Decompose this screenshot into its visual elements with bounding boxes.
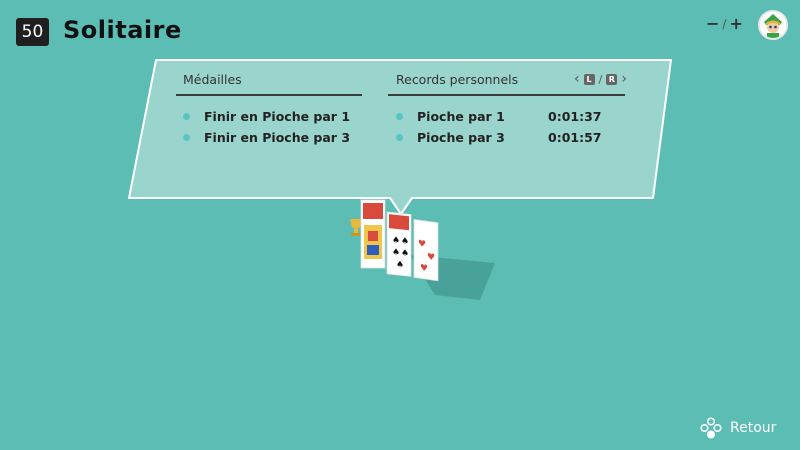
bullet-icon: [396, 134, 403, 141]
medal-item: Finir en Pioche par 1: [183, 109, 350, 124]
record-label: Pioche par 3: [417, 130, 505, 145]
svg-text:♠: ♠: [392, 247, 400, 258]
svg-text:♥: ♥: [420, 263, 428, 274]
playing-cards-illustration: ♠ ♠ ♠ ♠ ♠ ♥ ♥ ♥: [350, 199, 495, 300]
controller-buttons-icon: [700, 417, 722, 439]
record-time: 0:01:57: [548, 130, 602, 145]
bullet-icon: [396, 113, 403, 120]
solitaire-cards-model: ♠ ♠ ♠ ♠ ♠ ♥ ♥ ♥: [340, 195, 510, 305]
hearts-card-icon: ♥ ♥ ♥: [413, 218, 439, 282]
records-header: Records personnels: [396, 72, 519, 87]
r-button-icon: R: [606, 73, 618, 85]
medals-divider: [176, 94, 362, 96]
svg-text:♠: ♠: [401, 248, 409, 259]
back-label: Retour: [730, 420, 777, 436]
svg-text:♠: ♠: [392, 235, 400, 246]
king-card-icon: [360, 199, 386, 269]
l-button-icon: L: [583, 73, 595, 85]
svg-text:♥: ♥: [427, 252, 435, 263]
record-item: Pioche par 1: [396, 109, 505, 124]
record-time: 0:01:37: [548, 109, 602, 124]
medal-label: Finir en Pioche par 3: [204, 130, 351, 145]
record-item: Pioche par 3: [396, 130, 505, 145]
bullet-icon: [183, 134, 190, 141]
records-divider: [388, 94, 625, 96]
nav-separator: /: [598, 72, 603, 86]
back-button[interactable]: Retour: [700, 417, 776, 439]
svg-text:♥: ♥: [418, 239, 426, 250]
svg-text:♠: ♠: [401, 236, 409, 247]
medal-item: Finir en Pioche par 3: [183, 130, 350, 145]
chevron-right-icon[interactable]: ›: [621, 71, 627, 87]
svg-text:♠: ♠: [396, 260, 404, 271]
chevron-left-icon[interactable]: ‹: [574, 71, 580, 87]
record-label: Pioche par 1: [417, 109, 505, 124]
trophy-icon: [350, 219, 362, 236]
medals-header: Médailles: [183, 72, 242, 87]
spades-card-icon: ♠ ♠ ♠ ♠ ♠: [386, 211, 412, 277]
page-navigation[interactable]: ‹ L / R ›: [574, 71, 627, 87]
medal-label: Finir en Pioche par 1: [204, 109, 351, 124]
bullet-icon: [183, 113, 190, 120]
